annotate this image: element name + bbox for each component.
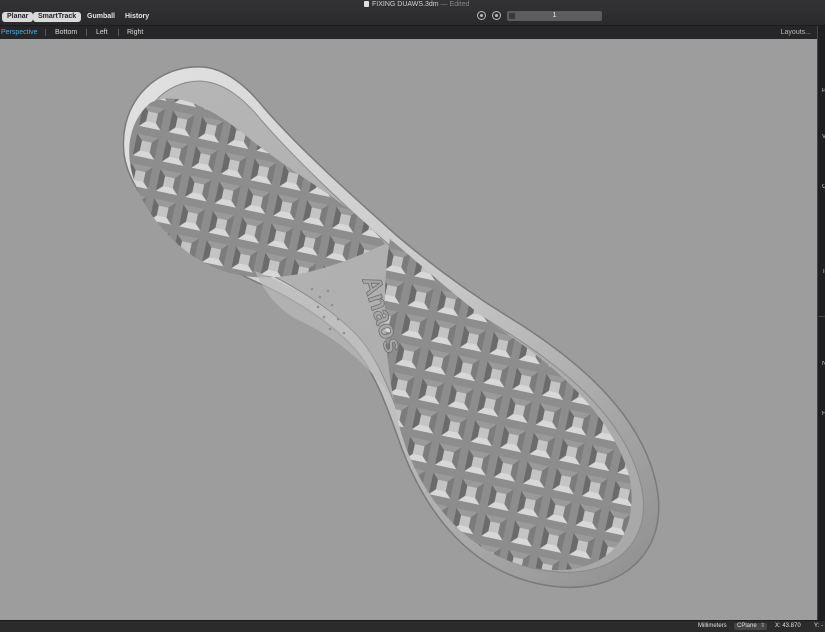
title-toolbar: Planar SmartTrack Gumball History FIXING…: [0, 0, 825, 26]
tab-bottom[interactable]: Bottom: [55, 26, 77, 39]
chevron-updown-icon: ⇕: [759, 623, 765, 629]
tab-divider: [45, 29, 46, 36]
viewport-tab-bar: Perspective Bottom Left Right Layouts...: [0, 26, 817, 39]
sole-model: Anaos: [122, 66, 660, 589]
document-icon: [364, 1, 369, 7]
smarttrack-toggle[interactable]: SmartTrack: [33, 12, 82, 22]
target-icon[interactable]: [492, 11, 501, 20]
edited-status: Edited: [449, 1, 470, 8]
window-title: FIXING DUAWS.3dm — Edited: [364, 0, 469, 9]
units-label[interactable]: Millimeters: [698, 621, 727, 632]
current-layer-label: 1: [552, 12, 557, 19]
record-icon[interactable]: [477, 11, 486, 20]
cplane-label: CPlane: [737, 623, 757, 629]
document-name: FIXING DUAWS.3dm: [372, 1, 439, 8]
tab-right[interactable]: Right: [127, 26, 143, 39]
cplane-dropdown[interactable]: CPlane ⇕: [734, 623, 767, 630]
current-layer-dropdown[interactable]: 1: [507, 11, 602, 21]
tab-left[interactable]: Left: [96, 26, 108, 39]
tab-divider: [86, 29, 87, 36]
x-coordinate: X: 43.870: [775, 623, 801, 629]
gumball-toggle[interactable]: Gumball: [82, 12, 120, 22]
y-coordinate: Y: -: [814, 623, 824, 629]
properties-panel-strip[interactable]: P V C T N F: [817, 26, 825, 620]
title-separator: —: [440, 1, 448, 8]
status-bar: Millimeters CPlane ⇕ X: 43.870 Y: -: [0, 620, 825, 632]
layouts-button[interactable]: Layouts...: [781, 26, 811, 39]
history-toggle[interactable]: History: [120, 12, 154, 22]
planar-toggle[interactable]: Planar: [2, 12, 34, 22]
tab-perspective[interactable]: Perspective: [1, 26, 38, 39]
perspective-viewport[interactable]: Anaos: [0, 39, 817, 620]
panel-divider: [818, 316, 825, 317]
layer-swatch-icon: [509, 13, 515, 19]
tab-divider: [118, 29, 119, 36]
